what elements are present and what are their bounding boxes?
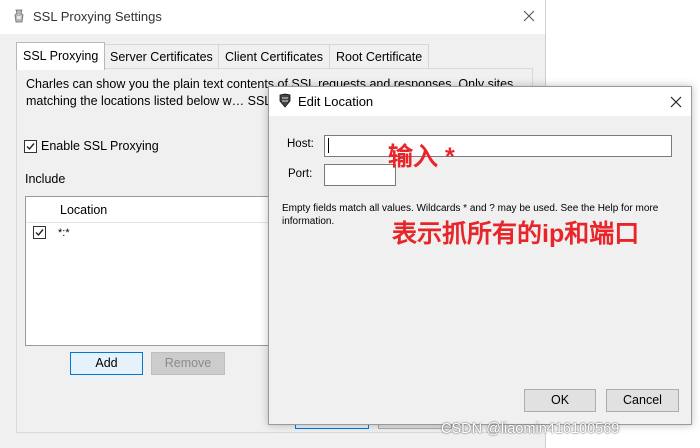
annotation-input-hint: 输入 *: [388, 143, 455, 171]
table-row-location[interactable]: *:*: [58, 227, 70, 239]
include-locations-table[interactable]: [25, 196, 275, 346]
watermark: CSDN @liaomin416100569: [441, 421, 620, 437]
close-icon[interactable]: [516, 4, 542, 28]
tab-root-certificate[interactable]: Root Certificate: [329, 44, 430, 68]
parent-window-title: SSL Proxying Settings: [33, 9, 162, 24]
enable-ssl-proxying-label: Enable SSL Proxying: [41, 139, 159, 153]
host-input[interactable]: [324, 135, 672, 157]
charles-app-icon: [279, 93, 291, 108]
table-header-divider: [26, 222, 274, 223]
port-label: Port:: [288, 168, 313, 180]
checkmark-icon: [35, 229, 44, 237]
tab-client-certificates[interactable]: Client Certificates: [218, 44, 330, 68]
remove-button: Remove: [151, 352, 225, 375]
enable-ssl-proxying-checkbox[interactable]: [24, 140, 37, 153]
port-input[interactable]: [324, 164, 396, 186]
annotation-explanation: 表示抓所有的ip和端口: [392, 220, 640, 248]
cancel-button[interactable]: Cancel: [606, 389, 679, 412]
checkmark-icon: [26, 143, 35, 151]
include-label: Include: [25, 172, 66, 186]
text-caret: [328, 138, 329, 153]
tab-server-certificates[interactable]: Server Certificates: [103, 44, 220, 68]
location-column-header[interactable]: Location: [60, 203, 107, 217]
charles-app-icon: [14, 9, 24, 23]
add-button[interactable]: Add: [70, 352, 143, 375]
host-label: Host:: [287, 138, 314, 150]
dialog-title: Edit Location: [298, 94, 374, 109]
row-enabled-checkbox[interactable]: [33, 226, 46, 239]
tab-ssl-proxying[interactable]: SSL Proxying: [16, 42, 106, 70]
ok-button[interactable]: OK: [524, 389, 596, 412]
close-icon[interactable]: [666, 92, 686, 112]
